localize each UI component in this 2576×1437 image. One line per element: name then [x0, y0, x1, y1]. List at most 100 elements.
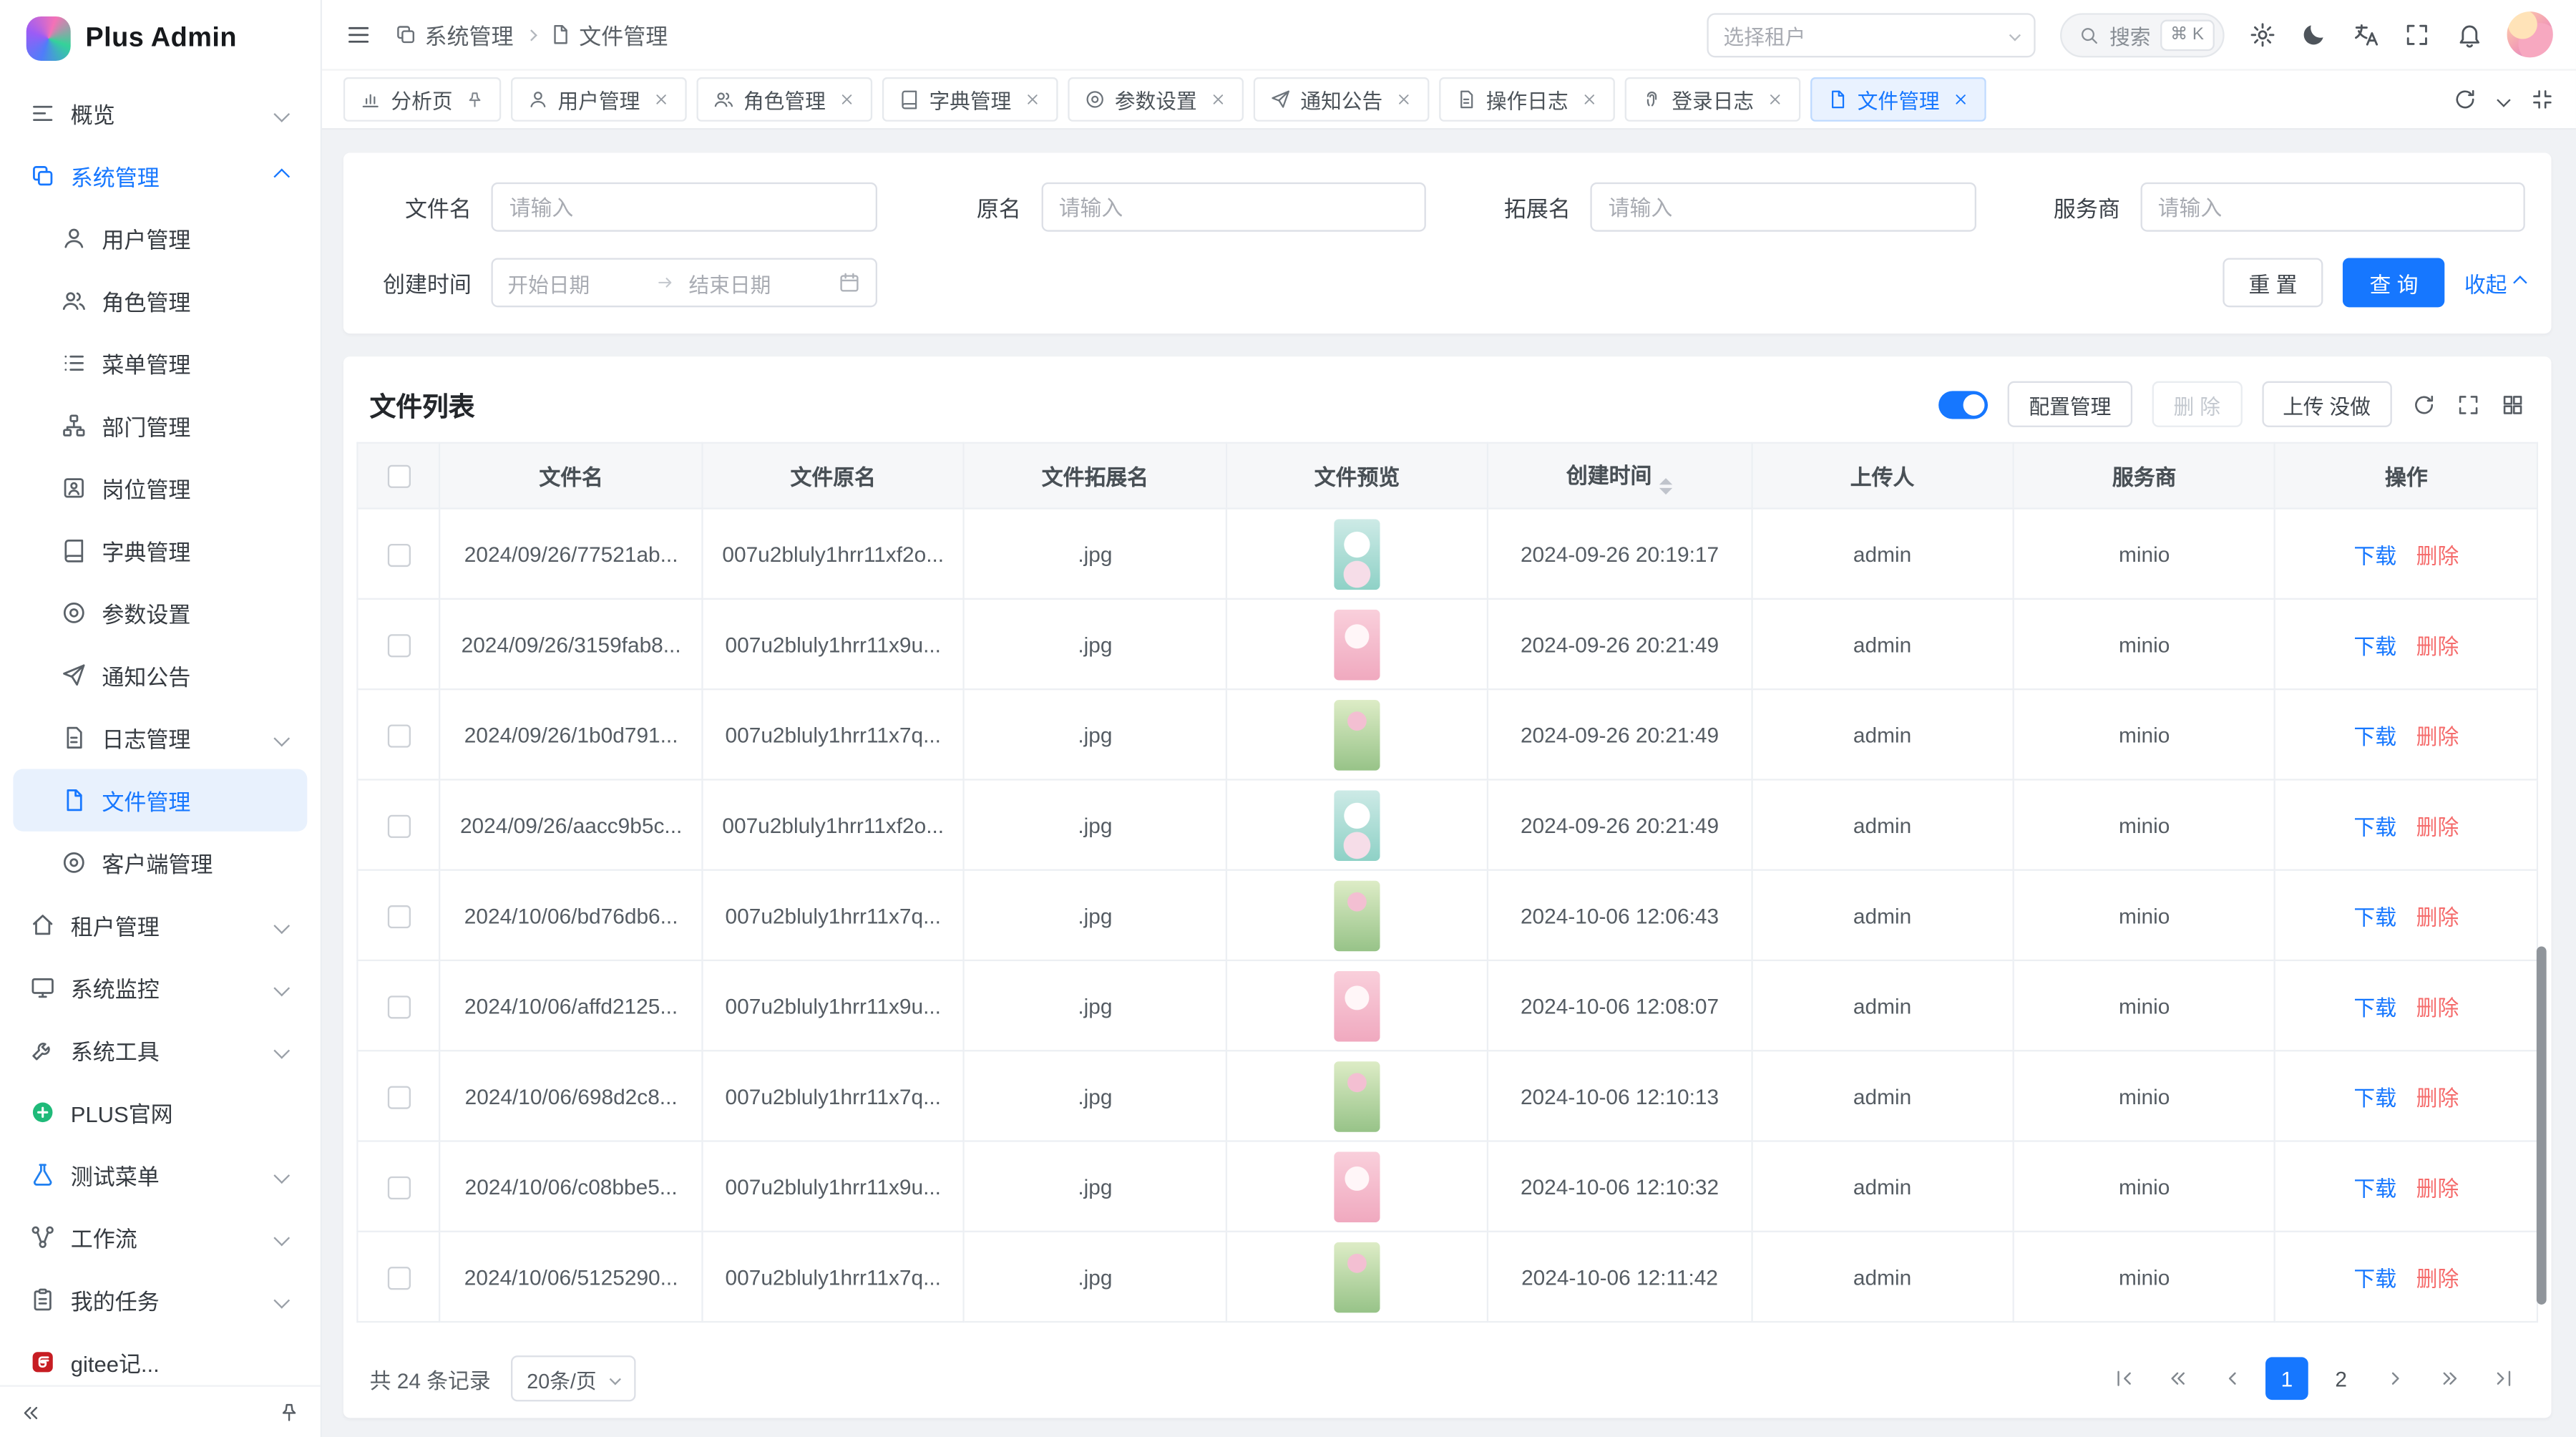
query-button[interactable]: 查 询	[2343, 258, 2444, 307]
toggle-switch[interactable]	[1938, 390, 1988, 418]
close-icon[interactable]	[1580, 90, 1598, 108]
tab-user[interactable]: 用户管理	[510, 77, 686, 122]
download-link[interactable]: 下载	[2353, 1266, 2396, 1290]
sidebar-item-tenant[interactable]: 租户管理	[13, 894, 307, 956]
sidebar-item-monitor[interactable]: 系统监控	[13, 956, 307, 1018]
delete-link[interactable]: 删除	[2416, 1176, 2459, 1200]
sidebar-item-workflow[interactable]: 工作流	[13, 1206, 307, 1268]
file-preview-image[interactable]	[1334, 1061, 1380, 1131]
page-button-1[interactable]: 1	[2265, 1357, 2308, 1400]
sidebar-item-post[interactable]: 岗位管理	[13, 457, 307, 519]
sidebar-item-overview[interactable]: 概览	[13, 82, 307, 145]
tab-param[interactable]: 参数设置	[1067, 77, 1243, 122]
sidebar-item-notice[interactable]: 通知公告	[13, 644, 307, 706]
sidebar-item-user[interactable]: 用户管理	[13, 207, 307, 269]
file-preview-image[interactable]	[1334, 970, 1380, 1041]
config-button[interactable]: 配置管理	[2008, 381, 2133, 427]
download-link[interactable]: 下载	[2353, 814, 2396, 839]
date-range-input[interactable]: 开始日期 结束日期	[491, 258, 876, 307]
tab-dict[interactable]: 字典管理	[882, 77, 1058, 122]
fullscreen-icon[interactable]	[2404, 21, 2431, 48]
select-all-checkbox[interactable]	[387, 465, 410, 488]
user-avatar[interactable]	[2507, 11, 2553, 57]
sidebar-item-file[interactable]: 文件管理	[13, 769, 307, 831]
sidebar-item-log[interactable]: 日志管理	[13, 706, 307, 769]
column-settings-icon[interactable]	[2500, 392, 2524, 417]
tab-file[interactable]: 文件管理	[1810, 77, 1986, 122]
close-icon[interactable]	[1023, 90, 1040, 108]
sidebar-item-dict[interactable]: 字典管理	[13, 520, 307, 582]
file-preview-image[interactable]	[1334, 609, 1380, 680]
tab-notice[interactable]: 通知公告	[1253, 77, 1429, 122]
last-page-button[interactable]	[2482, 1357, 2525, 1400]
delete-link[interactable]: 删除	[2416, 1085, 2459, 1109]
tab-login-log[interactable]: 登录日志	[1624, 77, 1800, 122]
close-icon[interactable]	[651, 90, 669, 108]
app-logo[interactable]: Plus Admin	[0, 0, 321, 76]
file-preview-image[interactable]	[1334, 518, 1380, 589]
breadcrumb-item-file[interactable]: 文件管理	[548, 18, 668, 51]
jump-back-button[interactable]	[2157, 1357, 2200, 1400]
download-link[interactable]: 下载	[2353, 1085, 2396, 1109]
sidebar-item-dept[interactable]: 部门管理	[13, 394, 307, 457]
delete-link[interactable]: 删除	[2416, 633, 2459, 658]
download-link[interactable]: 下载	[2353, 543, 2396, 568]
page-button-2[interactable]: 2	[2320, 1357, 2363, 1400]
close-icon[interactable]	[1951, 90, 1969, 108]
file-preview-image[interactable]	[1334, 789, 1380, 860]
sidebar-item-menu[interactable]: 菜单管理	[13, 332, 307, 394]
menu-toggle-icon[interactable]	[345, 21, 372, 48]
sort-icon[interactable]	[1660, 477, 1673, 494]
sidebar-item-test[interactable]: 测试菜单	[13, 1144, 307, 1206]
close-icon[interactable]	[1765, 90, 1783, 108]
upload-button[interactable]: 上传 没做	[2261, 381, 2391, 427]
row-checkbox[interactable]	[387, 905, 410, 928]
file-preview-image[interactable]	[1334, 1151, 1380, 1222]
row-checkbox[interactable]	[387, 724, 410, 747]
delete-link[interactable]: 删除	[2416, 995, 2459, 1019]
scrollbar-thumb[interactable]	[2537, 946, 2547, 1305]
breadcrumb-item-system[interactable]: 系统管理	[394, 18, 514, 51]
file-name-input[interactable]	[491, 182, 876, 232]
jump-forward-button[interactable]	[2428, 1357, 2471, 1400]
row-checkbox[interactable]	[387, 995, 410, 1018]
tab-analysis[interactable]: 分析页	[343, 77, 500, 122]
original-name-input[interactable]	[1040, 182, 1425, 232]
download-link[interactable]: 下载	[2353, 995, 2396, 1019]
translate-icon[interactable]	[2352, 21, 2379, 48]
sidebar-item-tasks[interactable]: 我的任务	[13, 1268, 307, 1330]
file-preview-image[interactable]	[1334, 699, 1380, 770]
sidebar-item-gitee[interactable]: gitee记...	[13, 1331, 307, 1385]
tab-role[interactable]: 角色管理	[696, 77, 872, 122]
row-checkbox[interactable]	[387, 634, 410, 657]
reset-button[interactable]: 重 置	[2223, 258, 2323, 307]
close-icon[interactable]	[837, 90, 855, 108]
row-checkbox[interactable]	[387, 1176, 410, 1199]
notifications-bell-icon[interactable]	[2455, 21, 2482, 48]
download-link[interactable]: 下载	[2353, 724, 2396, 748]
download-link[interactable]: 下载	[2353, 633, 2396, 658]
file-preview-image[interactable]	[1334, 880, 1380, 950]
file-preview-image[interactable]	[1334, 1242, 1380, 1312]
delete-link[interactable]: 删除	[2416, 724, 2459, 748]
delete-link[interactable]: 删除	[2416, 543, 2459, 568]
next-page-button[interactable]	[2374, 1357, 2417, 1400]
sidebar-pin-icon[interactable]	[278, 1401, 301, 1423]
sidebar-item-system[interactable]: 系统管理	[13, 145, 307, 207]
row-checkbox[interactable]	[387, 543, 410, 566]
dark-mode-moon-icon[interactable]	[2300, 21, 2327, 48]
refresh-table-icon[interactable]	[2411, 392, 2436, 417]
extension-input[interactable]	[1590, 182, 1975, 232]
exit-fullscreen-icon[interactable]	[2530, 87, 2555, 112]
refresh-tab-icon[interactable]	[2453, 87, 2477, 112]
close-icon[interactable]	[1394, 90, 1412, 108]
delete-button[interactable]: 删 除	[2152, 381, 2242, 427]
sidebar-item-role[interactable]: 角色管理	[13, 270, 307, 332]
sidebar-item-plus-site[interactable]: PLUS官网	[13, 1081, 307, 1144]
fullscreen-table-icon[interactable]	[2456, 392, 2480, 417]
sidebar-item-tools[interactable]: 系统工具	[13, 1018, 307, 1081]
sidebar-item-param[interactable]: 参数设置	[13, 582, 307, 644]
tab-menu-chevron-icon[interactable]	[2497, 92, 2510, 106]
sidebar-collapse-icon[interactable]	[20, 1401, 43, 1423]
settings-gear-icon[interactable]	[2248, 21, 2275, 48]
